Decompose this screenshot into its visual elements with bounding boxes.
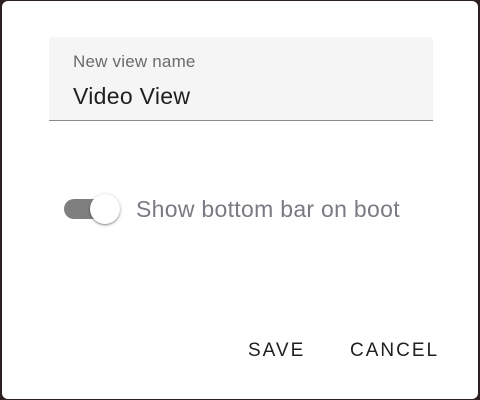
save-button[interactable]: SAVE	[242, 329, 311, 373]
show-bottom-bar-toggle[interactable]	[64, 192, 122, 226]
show-bottom-bar-toggle-row[interactable]: Show bottom bar on boot	[64, 191, 400, 227]
view-name-label: New view name	[73, 52, 196, 71]
cancel-button[interactable]: CANCEL	[344, 329, 445, 373]
dialog-actions: SAVE CANCEL	[2, 329, 478, 373]
view-name-field[interactable]: New view name	[49, 37, 433, 121]
toggle-thumb[interactable]	[90, 194, 120, 224]
show-bottom-bar-label[interactable]: Show bottom bar on boot	[136, 196, 400, 223]
new-view-dialog: New view name Show bottom bar on boot SA…	[2, 1, 478, 399]
view-name-input[interactable]	[73, 83, 413, 110]
